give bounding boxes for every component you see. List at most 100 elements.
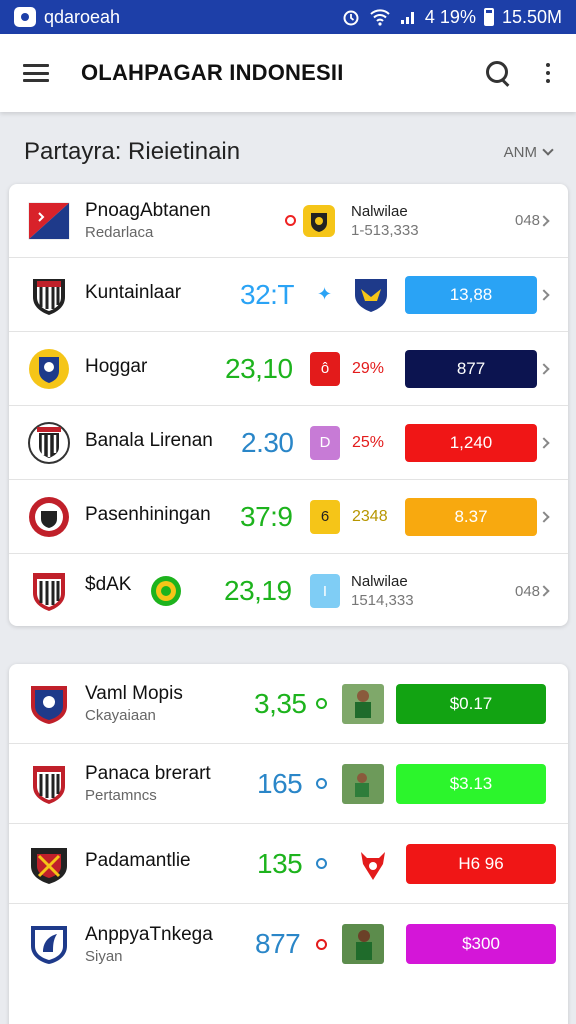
status-app-name: qdaroeah [44, 6, 121, 27]
chevron-right-icon [538, 510, 550, 523]
col2-subtitle: 1514,333 [351, 592, 414, 609]
team-name: $dAK [85, 574, 132, 595]
battery-icon [483, 8, 494, 26]
team-name: Banala Lirenan [85, 430, 213, 451]
list-item[interactable]: Panaca brerart Pertamncs 165 $3.13 [9, 744, 568, 824]
knight-crest-icon [31, 926, 67, 964]
team-name: Vaml Mopis [85, 683, 183, 704]
list-item[interactable]: Vaml Mopis Ckayaiaan 3,35 $0.17 [9, 664, 568, 744]
col2-title: Nalwilae [351, 202, 408, 220]
more-options-icon[interactable] [546, 63, 550, 83]
score: 37:9 [240, 500, 293, 532]
app-bar: OLAHPAGAR INDONESII [0, 34, 576, 112]
team-name: Kuntainlaar [85, 282, 182, 303]
alarm-icon [343, 10, 359, 26]
trend-icon: ✦ [317, 284, 333, 304]
percent-value: 29% [352, 359, 385, 377]
score: 2.30 [241, 426, 294, 458]
chevron-right-icon [538, 585, 550, 597]
section-title: Partayra: Rieietinain [24, 138, 241, 165]
round-crest-icon [29, 496, 69, 537]
team-subtitle: Redarlaca [85, 224, 154, 241]
section-filter-label: ANM [503, 143, 537, 161]
score: 165 [257, 767, 303, 799]
value-pill[interactable]: 1,240 [405, 423, 537, 462]
status-dot-icon [316, 778, 327, 789]
player-photo-icon [342, 763, 384, 804]
team-subtitle: Siyan [85, 947, 123, 965]
team-name: AnppyaTnkega [85, 923, 213, 945]
star-crest-icon [31, 847, 67, 884]
crest-icon [33, 278, 65, 315]
list-item[interactable]: Pasenhiningan 37:9 6 2348 8.37 [9, 480, 568, 554]
chevron-down-icon [542, 144, 554, 156]
chevron-right-icon [538, 214, 550, 227]
value-pill[interactable]: 877 [405, 349, 537, 388]
list-item[interactable]: Kuntainlaar 32:T ✦ 13,88 [9, 258, 568, 332]
page-title: OLAHPAGAR INDONESII [81, 60, 344, 85]
score: 23,10 [225, 352, 293, 384]
status-dot-icon [316, 698, 327, 709]
right-value: 048 [515, 212, 541, 229]
blue-crest-icon [31, 685, 67, 724]
value-pill[interactable]: 13,88 [405, 275, 537, 314]
lion-shield-icon [29, 348, 69, 389]
chevron-right-icon [538, 436, 550, 449]
team-box-icon: I [310, 574, 340, 608]
value-pill[interactable]: $0.17 [396, 683, 546, 724]
score-value: 2348 [352, 507, 388, 525]
right-value: 048 [515, 582, 541, 600]
team-box-icon: 6 [310, 499, 340, 534]
status-dot-icon [316, 858, 327, 869]
section-header: Partayra: Rieietinain ANM [24, 134, 554, 170]
player-photo-icon [342, 924, 384, 964]
score: 135 [257, 847, 303, 879]
chevron-right-icon [538, 362, 550, 375]
score: 3,35 [254, 687, 307, 719]
player-photo-icon [342, 683, 384, 724]
status-dot-icon [285, 215, 296, 226]
team-name: Hoggar [85, 356, 148, 377]
team-name: Panaca brerart [85, 763, 211, 784]
team-subtitle: Pertamncs [85, 787, 157, 804]
list-item[interactable]: AnppyaTnkega Siyan 877 $300 [9, 904, 568, 984]
list-item[interactable]: Hoggar 23,10 ô 29% 877 [9, 332, 568, 406]
value-pill[interactable]: $3.13 [396, 763, 546, 804]
menu-icon[interactable] [23, 64, 49, 82]
team-box-icon: D [310, 425, 340, 460]
standings-card-top: PnoagAbtanen Redarlaca Nalwilae 1-513,33… [9, 184, 568, 626]
score: 877 [255, 928, 301, 959]
status-dot-icon [316, 938, 327, 950]
signal-icon [400, 12, 414, 24]
value-pill[interactable]: H6 96 [406, 843, 556, 884]
red-bull-icon [361, 851, 385, 880]
app-notification-icon [14, 7, 36, 27]
striped-crest-icon [33, 765, 65, 804]
team-name: Pasenhiningan [85, 504, 211, 525]
status-bar: qdaroeah 4 19% 15.50M [0, 0, 576, 34]
chevron-right-icon [538, 288, 550, 301]
team-name: Padamantlie [85, 850, 191, 871]
col2-title: Nalwilae [351, 573, 408, 590]
value-pill[interactable]: $300 [406, 924, 556, 964]
col2-subtitle: 1-513,333 [351, 221, 419, 239]
list-item[interactable]: $dAK 23,19 I Nalwilae 1514,333 048 [9, 554, 568, 626]
percent-value: 25% [352, 433, 385, 451]
value-pill[interactable]: 8.37 [405, 497, 537, 536]
wifi-icon [370, 9, 390, 26]
score: 23,19 [224, 575, 292, 606]
list-item[interactable]: Padamantlie 135 H6 96 [9, 824, 568, 904]
section-filter-dropdown[interactable]: ANM [503, 143, 554, 161]
striped-shield-icon [33, 573, 65, 611]
list-item[interactable]: PnoagAbtanen Redarlaca Nalwilae 1-513,33… [9, 184, 568, 258]
team-name: PnoagAbtanen [85, 200, 211, 221]
flag-icon [28, 202, 70, 239]
list-item[interactable]: Banala Lirenan 2.30 D 25% 1,240 [9, 406, 568, 480]
striped-crest-icon [28, 421, 70, 464]
green-medal-icon [151, 576, 181, 606]
eagle-shield-icon [355, 278, 387, 312]
shield-icon [303, 204, 335, 237]
score: 32:T [240, 278, 295, 310]
team-box-icon: ô [310, 351, 340, 386]
search-icon[interactable] [484, 59, 512, 87]
